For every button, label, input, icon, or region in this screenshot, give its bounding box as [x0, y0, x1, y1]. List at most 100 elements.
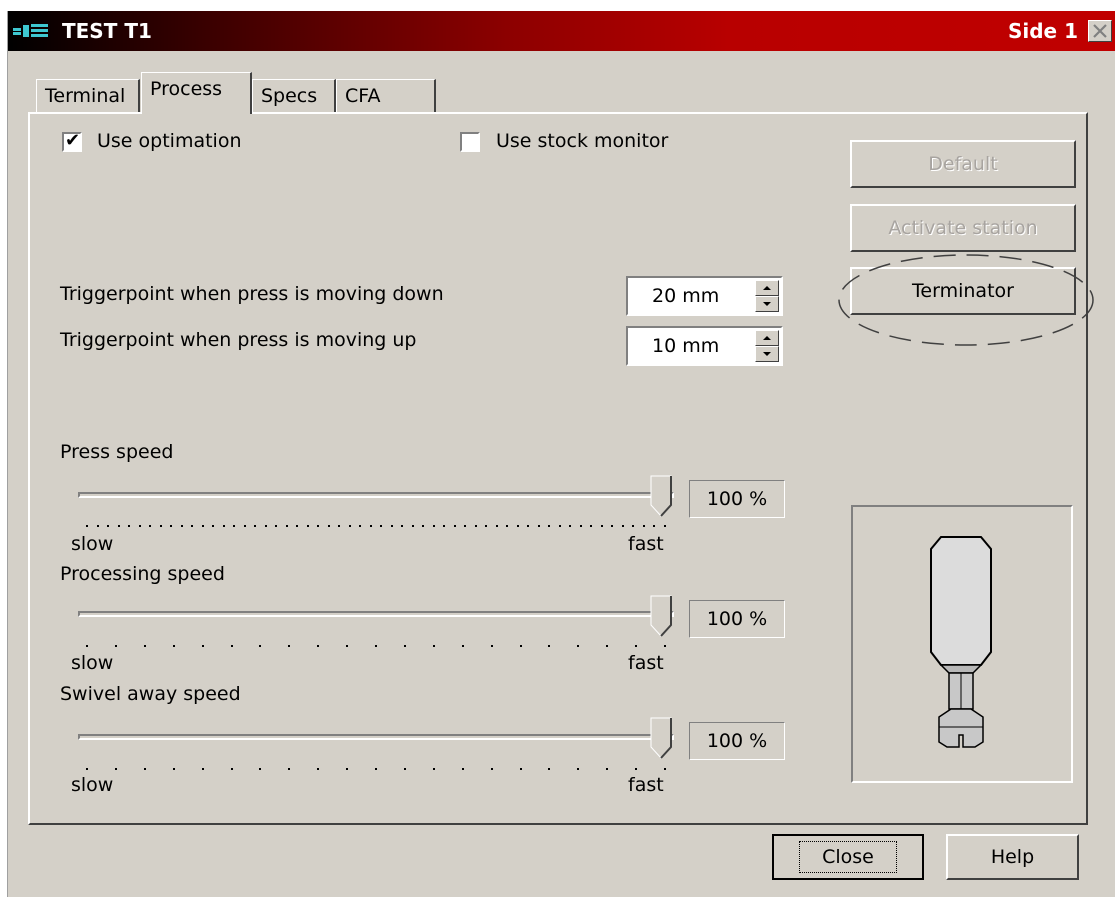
swivel-away-speed-track[interactable] — [78, 734, 674, 740]
tick-mark — [548, 768, 550, 770]
tick-mark — [422, 525, 424, 527]
use-stock-monitor-checkbox[interactable] — [460, 132, 480, 152]
tick-mark — [517, 525, 519, 527]
swivel-away-speed-label: Swivel away speed — [60, 683, 241, 705]
close-window-button[interactable] — [1088, 20, 1112, 42]
press-tool-icon — [930, 536, 992, 748]
tick-mark — [590, 525, 592, 527]
swivel-away-speed-ticks — [86, 768, 666, 772]
tick-mark — [349, 525, 351, 527]
tick-mark — [160, 525, 162, 527]
close-button-label: Close — [799, 841, 897, 873]
tick-mark — [231, 645, 233, 647]
press-speed-min-label: slow — [71, 533, 114, 555]
tick-mark — [520, 768, 522, 770]
processing-speed-track[interactable] — [78, 611, 674, 617]
tick-mark — [202, 525, 204, 527]
tick-mark — [286, 525, 288, 527]
tick-mark — [538, 525, 540, 527]
tab-label: CFA — [345, 85, 381, 107]
tick-mark — [97, 525, 99, 527]
tick-mark — [107, 525, 109, 527]
swivel-away-speed-thumb[interactable] — [650, 717, 672, 759]
tick-mark — [580, 525, 582, 527]
tick-mark — [433, 525, 435, 527]
processing-speed-min-label: slow — [71, 652, 114, 674]
spin-up-icon[interactable] — [755, 280, 779, 296]
processing-speed-ticks — [86, 645, 666, 649]
tick-mark — [433, 645, 435, 647]
use-optimation-checkbox[interactable]: ✔ — [62, 130, 82, 152]
tick-mark — [170, 525, 172, 527]
tab-cfa[interactable]: CFA — [336, 79, 436, 113]
tool-image-frame — [851, 505, 1073, 783]
tick-mark — [569, 525, 571, 527]
press-speed-value: 100 % — [689, 480, 785, 518]
tick-mark — [520, 645, 522, 647]
spin-down-icon[interactable] — [755, 296, 779, 312]
tab-label: Specs — [261, 85, 318, 107]
tick-mark — [491, 645, 493, 647]
processing-speed-thumb[interactable] — [650, 595, 672, 637]
tick-mark — [317, 768, 319, 770]
tick-mark — [577, 768, 579, 770]
press-speed-track[interactable] — [78, 492, 674, 498]
tick-mark — [317, 525, 319, 527]
dialog-window: TEST T1 Side 1 Terminal Process Specs CF… — [7, 11, 1115, 897]
activate-station-button[interactable]: Activate station — [850, 204, 1076, 252]
tick-mark — [496, 525, 498, 527]
tick-mark — [307, 525, 309, 527]
tick-mark — [611, 525, 613, 527]
tick-mark — [635, 768, 637, 770]
tick-mark — [173, 768, 175, 770]
tab-terminal[interactable]: Terminal — [36, 79, 140, 113]
tick-mark — [202, 768, 204, 770]
tick-mark — [202, 645, 204, 647]
tick-mark — [244, 525, 246, 527]
tick-mark — [86, 768, 88, 770]
window-title: TEST T1 — [62, 19, 152, 43]
tick-mark — [144, 768, 146, 770]
tick-mark — [412, 525, 414, 527]
processing-speed-max-label: fast — [628, 652, 664, 674]
tick-mark — [346, 645, 348, 647]
tick-mark — [462, 645, 464, 647]
tick-mark — [317, 645, 319, 647]
trigger-down-spinbox[interactable]: 20 mm — [626, 276, 783, 316]
use-stock-monitor-label: Use stock monitor — [496, 130, 669, 152]
trigger-up-spinbox[interactable]: 10 mm — [626, 326, 783, 366]
tick-mark — [606, 645, 608, 647]
press-speed-max-label: fast — [628, 533, 664, 555]
default-button[interactable]: Default — [850, 140, 1076, 188]
swivel-away-speed-value: 100 % — [689, 722, 785, 760]
spin-down-icon[interactable] — [755, 346, 779, 362]
tick-mark — [632, 525, 634, 527]
title-bar[interactable]: TEST T1 Side 1 — [8, 11, 1115, 51]
tick-mark — [254, 525, 256, 527]
press-speed-label: Press speed — [60, 441, 174, 463]
tick-mark — [464, 525, 466, 527]
tick-mark — [370, 525, 372, 527]
tick-mark — [433, 768, 435, 770]
tick-mark — [404, 645, 406, 647]
tick-mark — [181, 525, 183, 527]
tick-mark — [259, 768, 261, 770]
tick-mark — [601, 525, 603, 527]
help-button[interactable]: Help — [946, 834, 1079, 880]
close-button[interactable]: Close — [772, 834, 924, 880]
spin-up-icon[interactable] — [755, 330, 779, 346]
tick-mark — [462, 768, 464, 770]
tick-mark — [118, 525, 120, 527]
press-speed-ticks — [86, 525, 666, 529]
tab-process[interactable]: Process — [141, 72, 252, 114]
tick-mark — [606, 768, 608, 770]
swivel-away-speed-min-label: slow — [71, 774, 114, 796]
tick-mark — [548, 645, 550, 647]
tick-mark — [144, 645, 146, 647]
tab-specs[interactable]: Specs — [252, 79, 336, 113]
side-label: Side 1 — [1007, 19, 1078, 43]
tick-mark — [577, 645, 579, 647]
use-optimation-label: Use optimation — [97, 130, 242, 152]
tick-mark — [391, 525, 393, 527]
press-speed-thumb[interactable] — [650, 475, 672, 517]
